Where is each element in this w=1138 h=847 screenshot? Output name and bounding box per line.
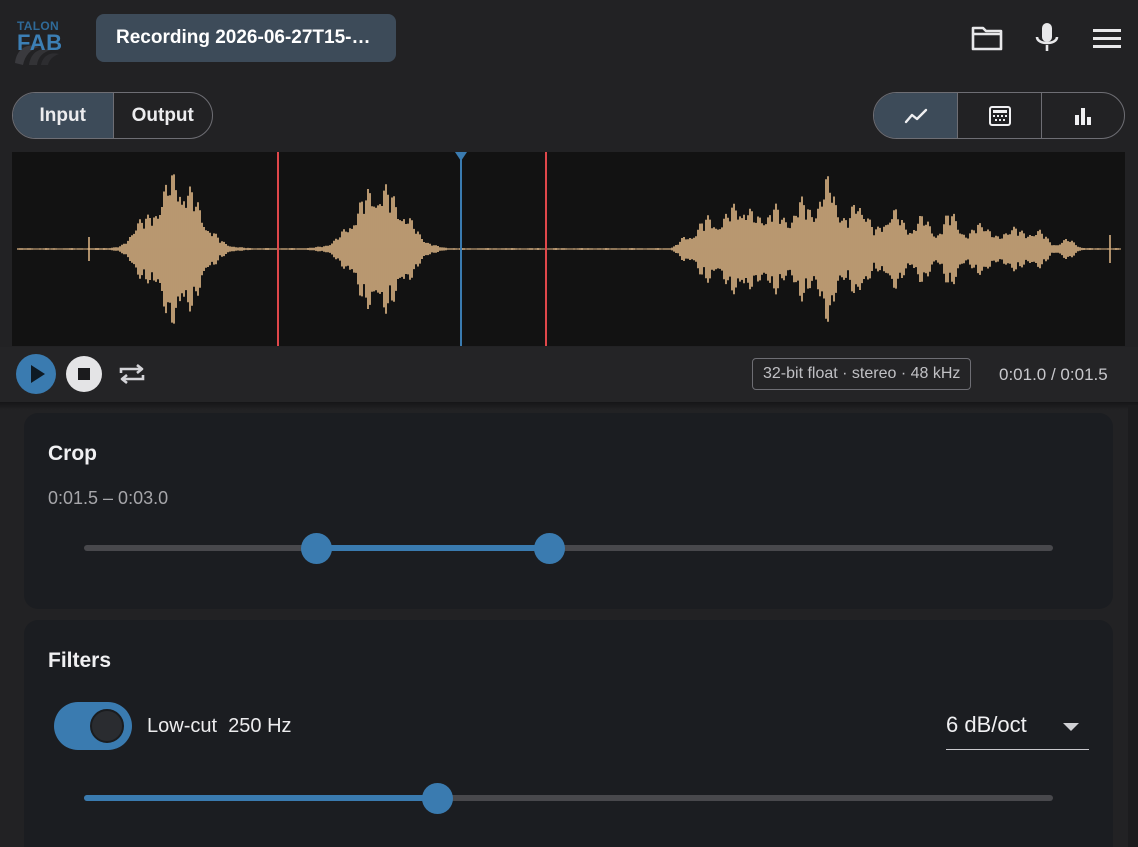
waveform-line-icon <box>904 108 927 123</box>
lowcut-slider-fill <box>84 795 438 801</box>
view-mode-toggle <box>873 92 1125 139</box>
crop-slider-range <box>316 545 550 551</box>
waveform-signal <box>17 174 1121 324</box>
repeat-icon <box>119 363 145 385</box>
spectrogram-icon <box>988 105 1011 126</box>
lowcut-slider-track[interactable] <box>84 783 1053 814</box>
crop-card: Crop 0:01.5 – 0:03.0 <box>24 413 1113 609</box>
crop-end-handle[interactable] <box>533 533 565 564</box>
logo-text-big: FAB <box>17 30 63 55</box>
view-spectrogram-button[interactable] <box>957 93 1040 138</box>
audio-format-badge: 32-bit float · stereo · 48 kHz <box>752 358 972 390</box>
crop-start-handle[interactable] <box>301 533 333 564</box>
transport-bar: 32-bit float · stereo · 48 kHz 0:01.0 / … <box>0 347 1138 403</box>
bar-chart-icon <box>1074 107 1091 125</box>
filters-title: Filters <box>48 649 112 672</box>
microphone-icon[interactable] <box>1027 18 1067 58</box>
tab-input[interactable]: Input <box>13 93 113 138</box>
source-toggle: Input Output <box>12 92 213 139</box>
play-button[interactable] <box>16 354 56 394</box>
folder-icon[interactable] <box>967 18 1007 58</box>
loop-button[interactable] <box>114 356 150 392</box>
divider-shadow <box>0 402 1138 410</box>
menu-icon[interactable] <box>1087 18 1127 58</box>
crop-range-text: 0:01.5 – 0:03.0 <box>48 488 169 508</box>
slope-select-value: 6 dB/oct <box>946 712 1027 737</box>
lowcut-handle[interactable] <box>422 783 454 814</box>
time-readout: 0:01.0 / 0:01.5 <box>999 365 1108 384</box>
tab-output[interactable]: Output <box>112 93 213 138</box>
top-bar: TALON FAB Recording 2026-06-27T15-… <box>0 0 1138 80</box>
app-logo: TALON FAB <box>11 17 67 67</box>
chevron-down-icon <box>1063 723 1079 731</box>
play-icon <box>31 365 45 383</box>
recording-title-button[interactable]: Recording 2026-06-27T15-… <box>96 14 396 62</box>
view-spectrum-button[interactable] <box>1040 93 1124 138</box>
slope-select[interactable]: 6 dB/oct <box>946 706 1089 750</box>
stop-icon <box>78 368 90 380</box>
toggle-knob <box>90 709 124 743</box>
waveform-svg <box>17 152 1121 346</box>
stop-button[interactable] <box>66 356 102 392</box>
waveform-display[interactable] <box>12 152 1125 346</box>
filters-card: Filters Low-cut 250 Hz 6 dB/oct <box>24 620 1113 847</box>
scrollbar[interactable] <box>1128 405 1138 847</box>
lowcut-toggle[interactable] <box>54 702 132 750</box>
playhead-handle-icon[interactable] <box>455 152 467 161</box>
lowcut-label: Low-cut 250 Hz <box>147 715 292 737</box>
view-waveform-button[interactable] <box>874 93 958 138</box>
crop-slider-track[interactable] <box>84 533 1053 564</box>
crop-title: Crop <box>48 442 97 465</box>
